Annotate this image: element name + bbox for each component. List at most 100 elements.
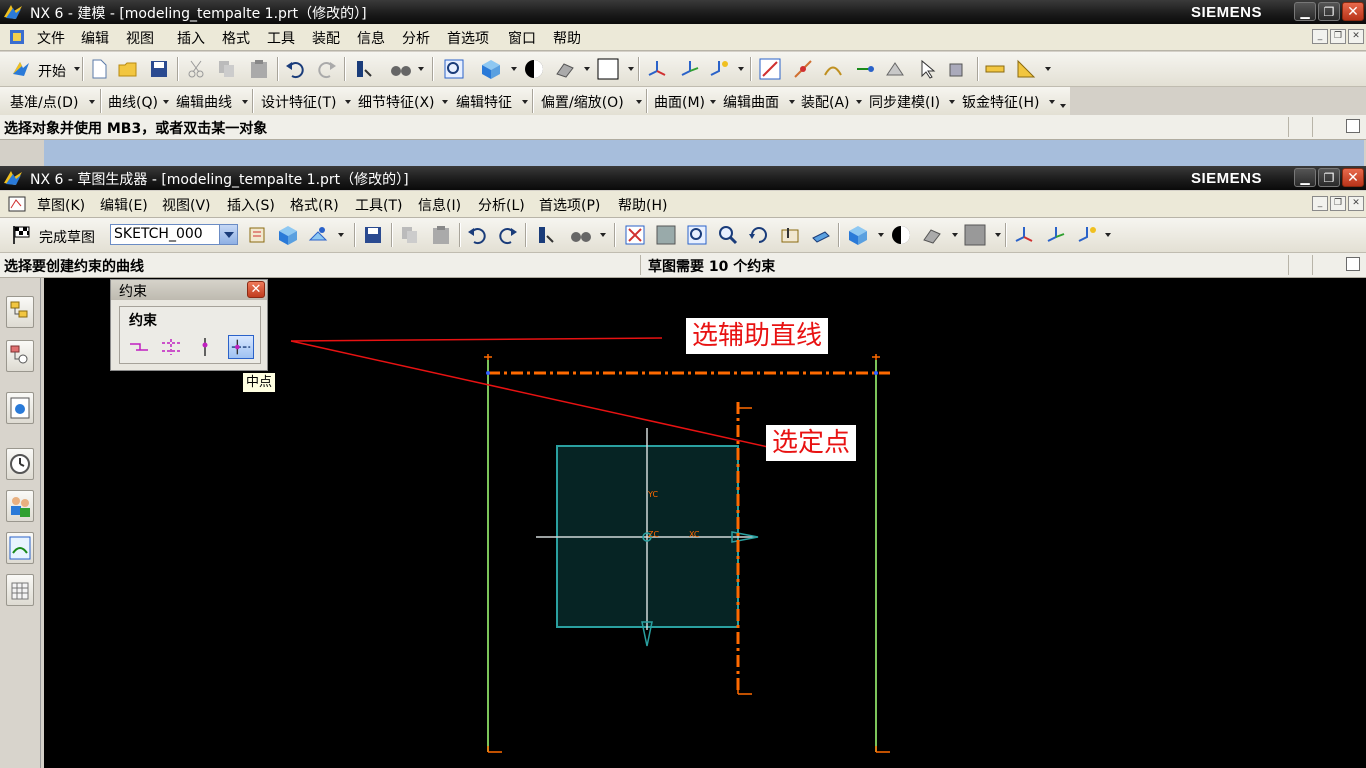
- zoom-icon[interactable]: [717, 224, 739, 246]
- status-panel-icon[interactable]: [1346, 257, 1360, 271]
- feat-caret-icon[interactable]: [442, 100, 448, 104]
- menu-sketch[interactable]: 草图(K): [37, 195, 85, 215]
- measure-caret-icon[interactable]: [1045, 67, 1051, 71]
- feat-caret-icon[interactable]: [163, 100, 169, 104]
- feat-design-feature[interactable]: 设计特征(T): [261, 92, 336, 112]
- measure-distance-icon[interactable]: [984, 58, 1006, 80]
- zoom-area-icon[interactable]: [655, 224, 677, 246]
- feat-caret-icon[interactable]: [242, 100, 248, 104]
- menu-analysis[interactable]: 分析(L): [478, 195, 525, 215]
- feat-caret-icon[interactable]: [1049, 100, 1055, 104]
- open-folder-icon[interactable]: [117, 58, 139, 80]
- menu-format[interactable]: 格式(R): [290, 195, 339, 215]
- feat-caret-icon[interactable]: [949, 100, 955, 104]
- display-mode-icon[interactable]: [921, 224, 943, 246]
- feat-assembly[interactable]: 装配(A): [801, 92, 850, 112]
- feat-caret-icon[interactable]: [89, 100, 95, 104]
- dialog-title-bar[interactable]: 约束 ✕: [111, 280, 267, 300]
- palette-grid-icon[interactable]: [6, 574, 34, 606]
- menu-help[interactable]: 帮助(H): [618, 195, 667, 215]
- constraints-dialog[interactable]: 约束 ✕ 约束: [110, 279, 268, 371]
- status-panel-icon[interactable]: [1346, 119, 1360, 133]
- menu-preferences[interactable]: 首选项(P): [539, 195, 600, 215]
- reattach-icon[interactable]: [277, 224, 299, 246]
- info-icon[interactable]: [534, 224, 556, 246]
- save-icon[interactable]: [148, 58, 170, 80]
- equal-length-constraint-icon[interactable]: [158, 335, 184, 359]
- redo-icon[interactable]: [497, 224, 519, 246]
- mdi-close-icon[interactable]: ✕: [1348, 29, 1364, 44]
- menu-view[interactable]: 视图(V): [162, 195, 211, 215]
- paste-icon[interactable]: [430, 224, 452, 246]
- update-caret-icon[interactable]: [338, 233, 344, 237]
- menu-format[interactable]: 格式: [222, 28, 250, 48]
- minimize-icon[interactable]: ▁: [1294, 168, 1316, 187]
- select-filter-icon[interactable]: [759, 58, 781, 80]
- feat-sheet-metal[interactable]: 钣金特征(H): [962, 92, 1039, 112]
- menu-analysis[interactable]: 分析: [402, 28, 430, 48]
- feat-detail-feature[interactable]: 细节特征(X): [358, 92, 435, 112]
- shading-caret-icon[interactable]: [878, 233, 884, 237]
- redo-icon[interactable]: [316, 58, 338, 80]
- wcs-icon[interactable]: [1013, 224, 1035, 246]
- feat-caret-icon[interactable]: [789, 100, 795, 104]
- undo-icon[interactable]: [466, 224, 488, 246]
- undo-icon[interactable]: [284, 58, 306, 80]
- mdi-restore-icon[interactable]: ❐: [1330, 29, 1346, 44]
- wcs-icon[interactable]: [646, 58, 668, 80]
- finish-sketch-button[interactable]: 完成草图: [39, 227, 95, 247]
- feat-curve[interactable]: 曲线(Q): [108, 92, 158, 112]
- binoculars-caret-icon[interactable]: [418, 67, 424, 71]
- snap-end-icon[interactable]: [854, 58, 876, 80]
- menu-info[interactable]: 信息: [357, 28, 385, 48]
- info-icon[interactable]: [352, 58, 374, 80]
- binoculars-icon[interactable]: [390, 58, 412, 80]
- display-caret-icon[interactable]: [584, 67, 590, 71]
- wcs-dynamic-icon[interactable]: [1076, 224, 1098, 246]
- horizontal-constraint-icon[interactable]: [126, 335, 152, 359]
- chevron-down-icon[interactable]: [219, 225, 237, 244]
- menu-insert[interactable]: 插入: [177, 28, 205, 48]
- mdi-close-icon[interactable]: ✕: [1348, 196, 1364, 211]
- menu-tools[interactable]: 工具: [267, 28, 295, 48]
- toolbar-overflow-icon[interactable]: [1060, 104, 1066, 108]
- fit-view-icon[interactable]: [443, 58, 465, 80]
- feat-edit-surface[interactable]: 编辑曲面: [723, 92, 779, 112]
- orient-view-icon[interactable]: [247, 224, 269, 246]
- background-icon[interactable]: [890, 224, 912, 246]
- zoom-window-icon[interactable]: [686, 224, 708, 246]
- start-button[interactable]: 开始: [38, 61, 66, 81]
- menu-help[interactable]: 帮助: [553, 28, 581, 48]
- display-caret-icon[interactable]: [952, 233, 958, 237]
- close-icon[interactable]: ✕: [1342, 168, 1364, 187]
- web-browser-icon[interactable]: [6, 392, 34, 424]
- assembly-navigator-icon[interactable]: [6, 296, 34, 328]
- restore-icon[interactable]: ❐: [1318, 168, 1340, 187]
- feat-sync-modeling[interactable]: 同步建模(I): [869, 92, 940, 112]
- feat-caret-icon[interactable]: [345, 100, 351, 104]
- finish-flag-icon[interactable]: [10, 224, 32, 246]
- perspective-icon[interactable]: [810, 224, 832, 246]
- display-mode-icon[interactable]: [554, 58, 576, 80]
- binoculars-icon[interactable]: [570, 224, 592, 246]
- feat-caret-icon[interactable]: [710, 100, 716, 104]
- feat-caret-icon[interactable]: [636, 100, 642, 104]
- feat-edit-feature[interactable]: 编辑特征: [456, 92, 512, 112]
- menu-view[interactable]: 视图: [126, 28, 154, 48]
- update-model-icon[interactable]: [307, 224, 329, 246]
- menu-edit[interactable]: 编辑(E): [100, 195, 148, 215]
- start-caret-icon[interactable]: [74, 67, 80, 71]
- main-title-bar[interactable]: NX 6 - 建模 - [modeling_tempalte 1.prt（修改的…: [0, 0, 1366, 24]
- shaded-cube-icon[interactable]: [480, 58, 502, 80]
- wcs-orient-icon[interactable]: [679, 58, 701, 80]
- wcs-caret-icon[interactable]: [1105, 233, 1111, 237]
- menu-info[interactable]: 信息(I): [418, 195, 461, 215]
- fit-icon[interactable]: [624, 224, 646, 246]
- restore-icon[interactable]: ❐: [1318, 2, 1340, 21]
- shaded-cube-icon[interactable]: [847, 224, 869, 246]
- new-file-icon[interactable]: [88, 58, 110, 80]
- menu-window[interactable]: 窗口: [508, 28, 536, 48]
- pan-icon[interactable]: [779, 224, 801, 246]
- paste-icon[interactable]: [248, 58, 270, 80]
- feat-caret-icon[interactable]: [856, 100, 862, 104]
